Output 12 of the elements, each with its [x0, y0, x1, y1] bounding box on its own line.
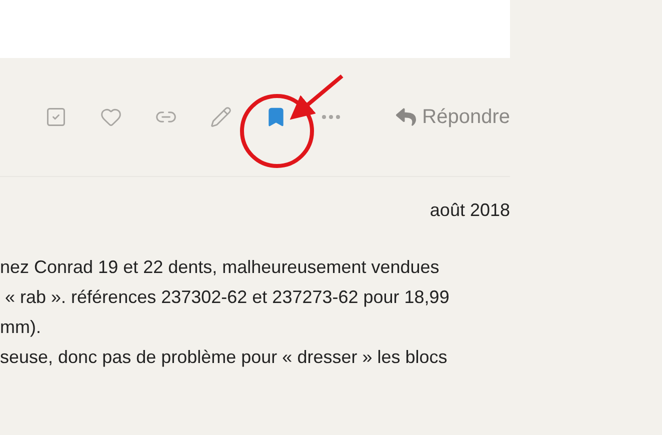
more-icon [322, 115, 340, 119]
pencil-icon [210, 106, 232, 128]
post-text-line: nez Conrad 19 et 22 dents, malheureusement vendues [0, 256, 440, 279]
reply-icon [396, 107, 416, 127]
heart-icon [100, 106, 122, 128]
post-text-line: « rab ». références 237302-62 et 237273-62 pour 18,99 [4, 286, 450, 309]
post-text-line: mm). [0, 316, 41, 339]
post-date: août 2018 [430, 199, 510, 222]
annotation-arrow [290, 74, 344, 120]
reply-button[interactable]: Répondre [358, 97, 510, 137]
post-text-line: seuse, donc pas de problème pour « dresser » les blocs [0, 346, 448, 369]
checkbox-icon [44, 106, 66, 128]
